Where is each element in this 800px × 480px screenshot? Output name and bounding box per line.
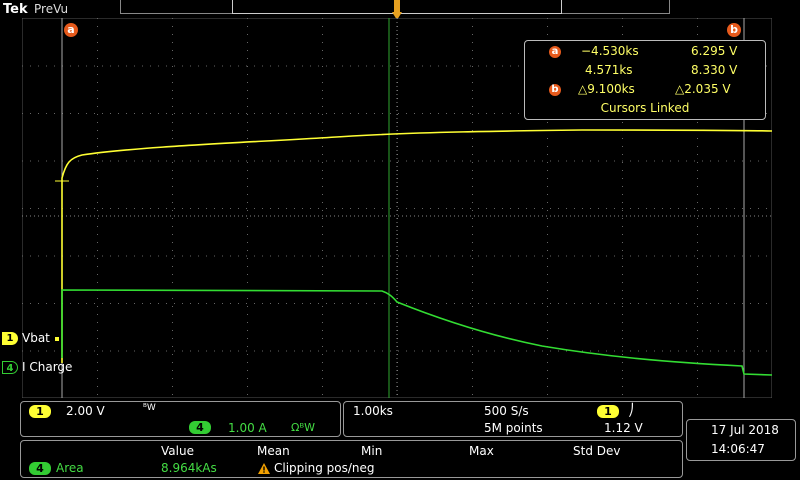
trigger-source-badge[interactable]: 1 — [597, 405, 619, 418]
meas-header-min: Min — [361, 444, 383, 458]
ch4-bandwidth-icon: ΩᴮW — [291, 421, 316, 434]
sample-rate: 500 S/s — [484, 404, 529, 418]
ch1-bandwidth-icon: ᴮW — [143, 403, 156, 413]
date: 17 Jul 2018 — [711, 423, 779, 437]
meas-name[interactable]: Area — [56, 461, 84, 475]
meas-header-value: Value — [161, 444, 194, 458]
cursors-linked-status: Cursors Linked — [600, 101, 690, 115]
record-length[interactable]: 5M points — [484, 421, 543, 435]
meas-header-std: Std Dev — [573, 444, 621, 458]
cursor-a-label[interactable]: a — [64, 23, 78, 37]
cursor-b-label[interactable]: b — [727, 23, 741, 37]
cursor-a-badge: a — [549, 46, 561, 58]
ch1-scale[interactable]: 2.00 V — [66, 404, 105, 418]
cursor-readout: a −4.530ks 6.295 V 4.571ks 8.330 V b △9.… — [524, 40, 766, 120]
ch1-ground-dot — [55, 337, 59, 341]
ch4-label: I Charge — [22, 360, 73, 374]
ch4-scale[interactable]: 1.00 A — [228, 421, 267, 435]
cursor-delta-time: △9.100ks — [578, 82, 635, 96]
meas-warning: Clipping pos/neg — [274, 461, 375, 475]
meas-value: 8.964kAs — [161, 461, 217, 475]
cursor-b-value: 8.330 V — [691, 63, 738, 77]
ch4-badge[interactable]: 4 — [189, 421, 211, 434]
ch1-badge[interactable]: 1 — [29, 405, 51, 418]
cursor-b-badge: b — [549, 84, 561, 96]
vertical-settings-panel[interactable]: 1 2.00 V ᴮW 4 1.00 A ΩᴮW — [20, 401, 341, 437]
time: 14:06:47 — [711, 442, 765, 456]
acquisition-mode: PreVu — [34, 2, 69, 16]
cursor-a-value: 6.295 V — [691, 44, 738, 58]
datetime-panel: 17 Jul 2018 14:06:47 — [686, 419, 796, 461]
trigger-slope-icon: ⎠ — [628, 403, 634, 417]
meas-header-max: Max — [469, 444, 494, 458]
ch1-marker[interactable]: 1 — [2, 332, 18, 345]
brand-logo: Tek — [3, 2, 28, 17]
trigger-level[interactable]: 1.12 V — [604, 421, 643, 435]
horizontal-trigger-panel[interactable]: 1.00ks 500 S/s 5M points 1 ⎠ 1.12 V — [343, 401, 683, 437]
timebase[interactable]: 1.00ks — [353, 404, 393, 418]
ch4-marker[interactable]: 4 — [2, 361, 18, 374]
cursor-a-time: −4.530ks — [581, 44, 639, 58]
measurement-panel[interactable]: Value Mean Min Max Std Dev 4 Area 8.964k… — [20, 440, 683, 478]
warning-icon — [258, 463, 270, 474]
ch1-label: Vbat — [22, 331, 50, 345]
cursor-b-time: 4.571ks — [585, 63, 633, 77]
meas-channel-badge[interactable]: 4 — [29, 462, 51, 475]
meas-header-mean: Mean — [257, 444, 290, 458]
cursor-delta-value: △2.035 V — [675, 82, 731, 96]
